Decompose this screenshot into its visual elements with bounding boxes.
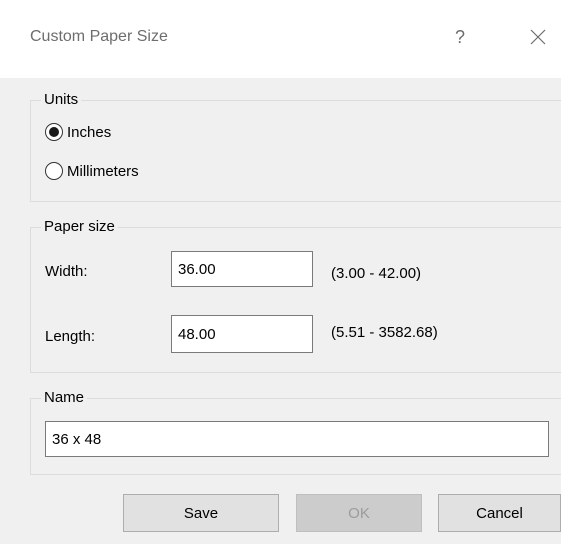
radio-button-inches[interactable] [45,123,63,141]
radio-selected-dot [49,127,59,137]
width-range: (3.00 - 42.00) [331,265,422,282]
name-group: Name [30,389,561,475]
width-label: Width: [45,263,88,280]
radio-inches[interactable]: Inches [45,123,111,141]
width-input[interactable] [171,251,313,287]
ok-button[interactable]: OK [296,494,422,532]
length-range: (5.51 - 3582.68) [331,324,438,341]
length-label: Length: [45,328,96,345]
help-button[interactable]: ? [448,22,472,52]
radio-button-millimeters[interactable] [45,162,63,180]
title-bar: Custom Paper Size ? [0,0,561,78]
length-input[interactable] [171,315,313,353]
paper-size-group: Paper size Width: (3.00 - 42.00) Length:… [30,218,561,373]
save-button[interactable]: Save [123,494,279,532]
radio-label-inches: Inches [67,123,112,141]
name-legend: Name [41,389,88,406]
close-button[interactable] [524,22,552,52]
cancel-button[interactable]: Cancel [438,494,561,532]
units-group: Units Inches Millimeters [30,91,561,202]
dialog-title: Custom Paper Size [30,28,168,45]
radio-label-millimeters: Millimeters [67,162,139,180]
paper-size-legend: Paper size [41,218,118,235]
close-icon [530,29,546,45]
name-input[interactable] [45,421,549,457]
units-legend: Units [41,91,82,108]
radio-millimeters[interactable]: Millimeters [45,162,139,180]
